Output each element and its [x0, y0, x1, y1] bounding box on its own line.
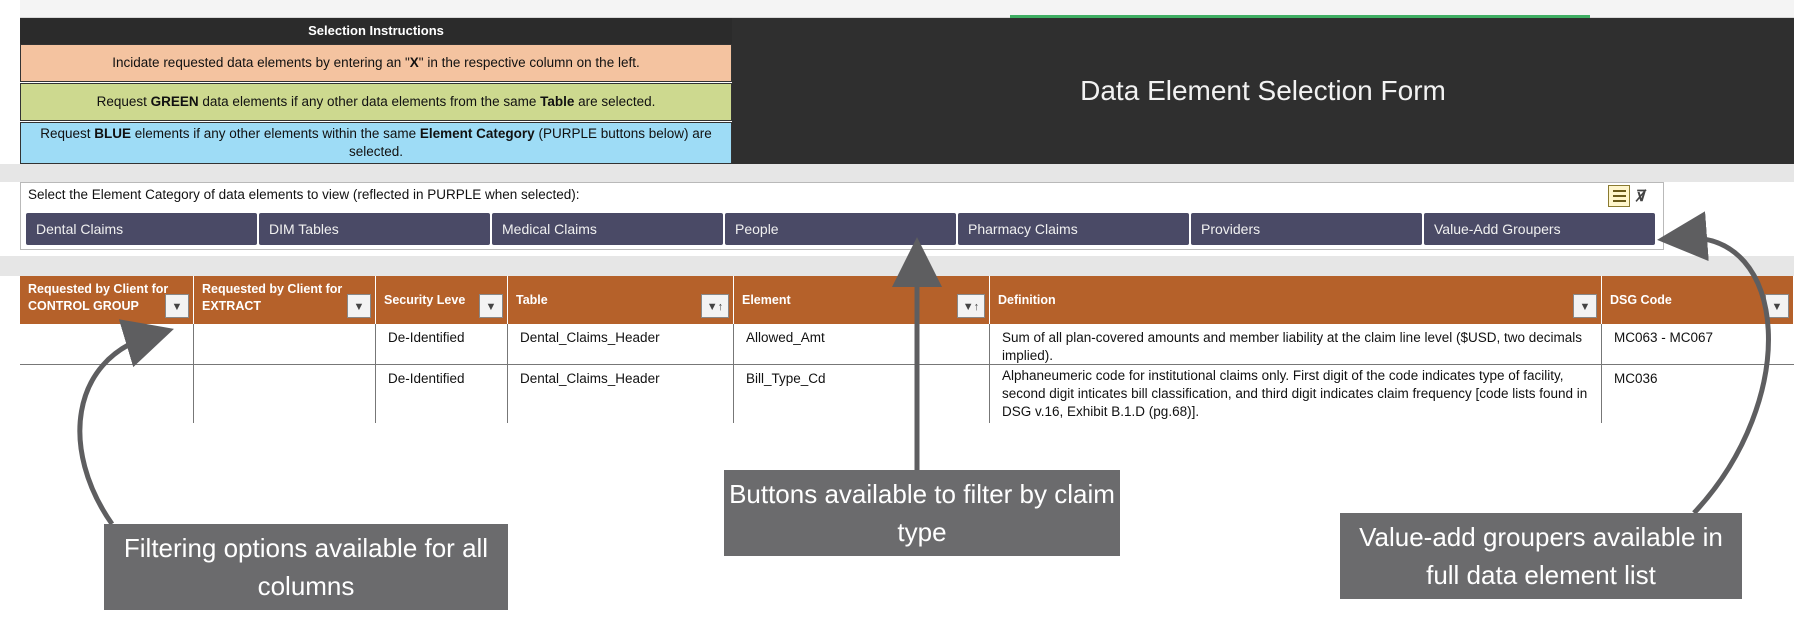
callout-value-add-groupers: Value-add groupers available in full dat…: [1340, 513, 1742, 599]
arrow-to-value-add-button: [1657, 211, 1771, 515]
callout-filtering: Filtering options available for all colu…: [104, 524, 508, 610]
callout-claim-buttons: Buttons available to filter by claim typ…: [724, 470, 1120, 556]
arrow-to-filter-dropdowns: [77, 319, 174, 526]
